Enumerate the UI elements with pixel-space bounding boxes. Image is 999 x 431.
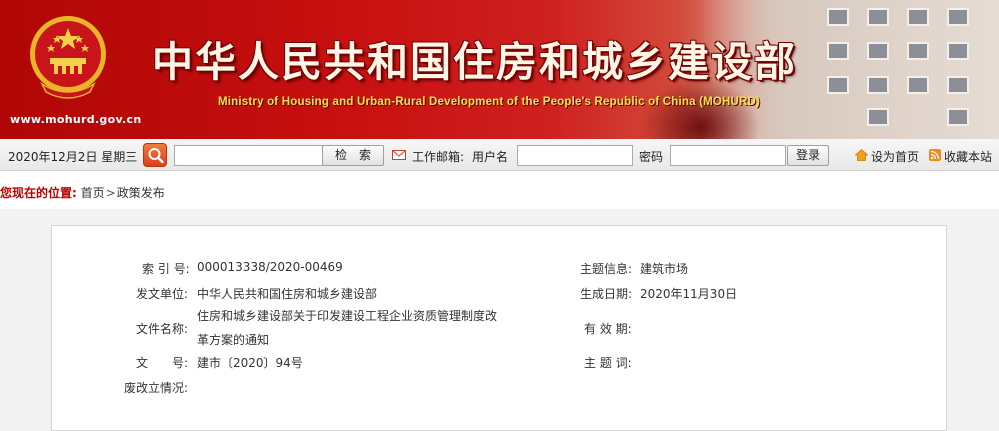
current-date: 2020年12月2日 星期三 [8,150,138,164]
date-label: 生成日期: [580,287,633,301]
building-window [867,8,889,26]
building-window [947,8,969,26]
issuer-value: 中华人民共和国住房和城乡建设部 [197,287,378,301]
home-icon [855,149,868,161]
building-window [947,42,969,60]
keywords-label: 主 题 词: [584,356,632,370]
breadcrumb-label: 您现在的位置: [0,186,77,200]
site-banner: www.mohurd.gov.cn 中华人民共和国住房和城乡建设部 Minist… [0,0,999,139]
docno-value: 建市〔2020〕94号 [197,356,303,370]
validity-label: 有 效 期: [584,322,632,336]
mail-icon [392,150,406,160]
set-homepage-link[interactable]: 设为首页 [871,148,919,165]
building-window [867,76,889,94]
building-window [907,8,929,26]
national-emblem-icon [30,16,106,99]
site-title-cn: 中华人民共和国住房和城乡建设部 [152,38,797,86]
bookmark-link[interactable]: 收藏本站 [944,148,992,165]
username-input[interactable] [517,145,633,166]
index-label: 索 引 号: [142,262,190,276]
password-input[interactable] [670,145,786,166]
building-window [827,8,849,26]
subject-value: 建筑市场 [640,262,689,276]
issuer-label: 发文单位: [136,287,189,301]
building-window [827,42,849,60]
mailbox-label: 工作邮箱: [412,150,465,164]
building-window [827,76,849,94]
index-value: 000013338/2020-00469 [197,260,343,274]
top-toolbar: 2020年12月2日 星期三 检 索 工作邮箱: 用户名 密码 登录 设为首页 … [0,139,999,171]
filename-value-line1: 住房和城乡建设部关于印发建设工程企业资质管理制度改 [197,309,498,323]
username-label: 用户名 [472,150,509,164]
breadcrumb: 您现在的位置: 首页>政策发布 [0,184,165,200]
status-label: 废改立情况: [124,381,189,395]
search-input[interactable] [174,145,323,166]
subject-label: 主题信息: [580,262,633,276]
building-window [907,42,929,60]
breadcrumb-policy-link[interactable]: 政策发布 [117,186,165,200]
filename-label: 文件名称: [136,322,189,336]
building-window [947,76,969,94]
site-title-en: Ministry of Housing and Urban-Rural Deve… [218,96,761,108]
date-value: 2020年11月30日 [640,287,738,301]
building-window [947,108,969,126]
rss-bookmark-icon [929,149,941,161]
building-window [867,108,889,126]
breadcrumb-home-link[interactable]: 首页 [81,186,105,200]
password-label: 密码 [639,150,664,164]
search-icon[interactable] [143,143,167,167]
building-window [907,76,929,94]
login-button[interactable]: 登录 [787,145,829,166]
search-button[interactable]: 检 索 [322,145,384,166]
docno-label: 文 号: [136,356,189,370]
filename-value-line2: 革方案的通知 [197,333,270,347]
site-url[interactable]: www.mohurd.gov.cn [10,113,141,126]
building-window [867,42,889,60]
breadcrumb-separator: > [105,186,116,200]
